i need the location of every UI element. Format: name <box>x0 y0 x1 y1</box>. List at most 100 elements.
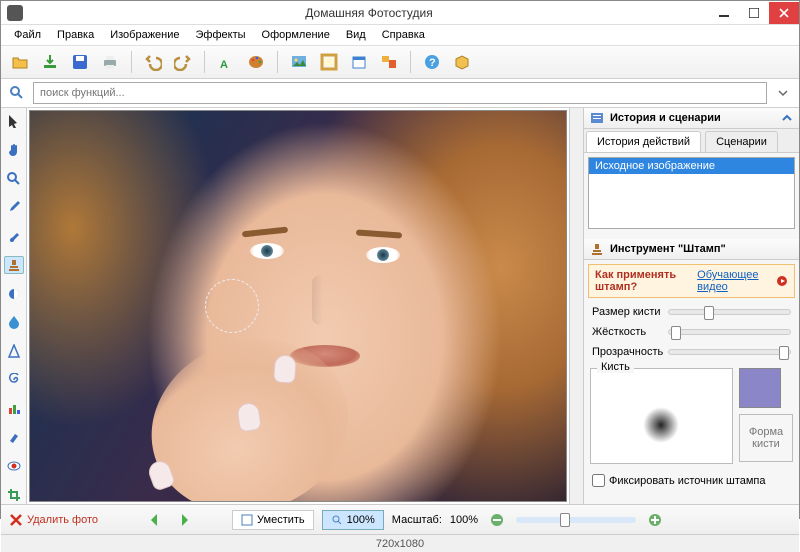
history-list[interactable]: Исходное изображение <box>588 157 795 229</box>
prev-button[interactable] <box>144 509 166 531</box>
maximize-button[interactable] <box>739 2 769 24</box>
close-button[interactable] <box>769 2 799 24</box>
stamp-icon <box>590 242 604 256</box>
spiral-tool-icon[interactable] <box>4 370 24 389</box>
collapse-icon[interactable] <box>781 112 793 124</box>
sharpen-tool-icon[interactable] <box>4 342 24 361</box>
zoom-in-button[interactable] <box>644 509 666 531</box>
tool-title: Инструмент "Штамп" <box>610 243 793 255</box>
zoom-out-button[interactable] <box>486 509 508 531</box>
tool-panel-header: Инструмент "Штамп" <box>584 239 799 260</box>
menu-file[interactable]: Файл <box>7 27 48 43</box>
hint-question: Как применять штамп? <box>595 269 689 293</box>
print-icon[interactable] <box>97 49 123 75</box>
brush-preview-label: Кисть <box>597 361 634 373</box>
brush-preview: Кисть <box>590 368 733 464</box>
status-bar: 720x1080 <box>1 534 799 552</box>
tutorial-link[interactable]: Обучающее видео <box>697 269 768 293</box>
scale-value: 100% <box>450 514 478 526</box>
brush-size-slider[interactable] <box>668 309 791 315</box>
video-icon <box>776 275 788 287</box>
main-toolbar: A ? <box>1 45 799 79</box>
menubar: Файл Правка Изображение Эффекты Оформлен… <box>1 25 799 45</box>
open-icon[interactable] <box>7 49 33 75</box>
minimize-button[interactable] <box>709 2 739 24</box>
history-panel-header: История и сценарии <box>584 108 799 129</box>
app-icon <box>7 5 23 21</box>
pointer-tool-icon[interactable] <box>4 112 24 131</box>
hand-tool-icon[interactable] <box>4 141 24 160</box>
search-row <box>1 79 799 108</box>
stamp-tool-icon[interactable] <box>4 256 24 275</box>
menu-help[interactable]: Справка <box>375 27 432 43</box>
undo-icon[interactable] <box>140 49 166 75</box>
image-dimensions: 720x1080 <box>376 538 424 550</box>
frame-icon[interactable] <box>316 49 342 75</box>
contrast-tool-icon[interactable] <box>4 284 24 303</box>
scale-label: Масштаб: <box>392 514 442 526</box>
menu-edit[interactable]: Правка <box>50 27 101 43</box>
fix-source-label: Фиксировать источник штампа <box>609 475 766 487</box>
hardness-row: Жёсткость <box>584 322 799 342</box>
tutorial-hint: Как применять штамп? Обучающее видео <box>588 264 795 298</box>
bottom-toolbar: Удалить фото Уместить 100% Масштаб: 100% <box>1 504 799 534</box>
zoom-100-button[interactable]: 100% <box>322 510 384 530</box>
svg-text:?: ? <box>429 57 436 69</box>
svg-text:A: A <box>220 59 228 71</box>
brush-shape-button[interactable]: Форма кисти <box>739 414 793 462</box>
delete-photo-button[interactable]: Удалить фото <box>9 513 98 527</box>
tab-scenarios[interactable]: Сценарии <box>705 131 778 152</box>
export-icon[interactable] <box>37 49 63 75</box>
fit-button[interactable]: Уместить <box>232 510 314 530</box>
color-swatch[interactable] <box>739 368 781 408</box>
canvas-area <box>27 108 569 504</box>
history-icon <box>590 111 604 125</box>
tab-history[interactable]: История действий <box>586 131 701 152</box>
zoom-tool-icon[interactable] <box>4 169 24 188</box>
fix-source-row: Фиксировать источник штампа <box>584 470 799 491</box>
zoom-slider[interactable] <box>516 517 636 523</box>
collage-icon[interactable] <box>376 49 402 75</box>
calendar-icon[interactable] <box>346 49 372 75</box>
search-dropdown[interactable] <box>773 83 793 103</box>
right-panel: История и сценарии История действий Сцен… <box>583 108 799 504</box>
hardness-label: Жёсткость <box>592 326 662 338</box>
hardness-slider[interactable] <box>668 329 791 335</box>
brush-tool-icon[interactable] <box>4 227 24 246</box>
vertical-scrollbar[interactable] <box>569 108 583 504</box>
redeye-tool-icon[interactable] <box>4 457 24 476</box>
next-button[interactable] <box>174 509 196 531</box>
crop-tool-icon[interactable] <box>4 485 24 504</box>
redo-icon[interactable] <box>170 49 196 75</box>
menu-image[interactable]: Изображение <box>103 27 186 43</box>
search-icon <box>7 83 27 103</box>
search-input[interactable] <box>33 82 767 104</box>
brush-size-row: Размер кисти <box>584 302 799 322</box>
menu-design[interactable]: Оформление <box>255 27 337 43</box>
levels-tool-icon[interactable] <box>4 399 24 418</box>
window-title: Домашняя Фотостудия <box>29 6 709 20</box>
blur-tool-icon[interactable] <box>4 313 24 332</box>
save-icon[interactable] <box>67 49 93 75</box>
history-tabs: История действий Сценарии <box>584 129 799 153</box>
eyedropper-tool-icon[interactable] <box>4 198 24 217</box>
menu-view[interactable]: Вид <box>339 27 373 43</box>
opacity-slider[interactable] <box>668 349 791 355</box>
text-icon[interactable]: A <box>213 49 239 75</box>
titlebar: Домашняя Фотостудия <box>1 1 799 25</box>
opacity-label: Прозрачность <box>592 346 662 358</box>
history-item[interactable]: Исходное изображение <box>589 158 794 174</box>
tool-palette <box>1 108 27 504</box>
fix-source-checkbox[interactable] <box>592 474 605 487</box>
image-insert-icon[interactable] <box>286 49 312 75</box>
brush-size-label: Размер кисти <box>592 306 662 318</box>
image-canvas[interactable] <box>29 110 567 502</box>
menu-effects[interactable]: Эффекты <box>189 27 253 43</box>
stamp-cursor <box>205 279 259 333</box>
package-icon[interactable] <box>449 49 475 75</box>
brush-blob <box>643 407 679 443</box>
smudge-tool-icon[interactable] <box>4 428 24 447</box>
history-title: История и сценарии <box>610 112 775 124</box>
palette-icon[interactable] <box>243 49 269 75</box>
help-icon[interactable]: ? <box>419 49 445 75</box>
